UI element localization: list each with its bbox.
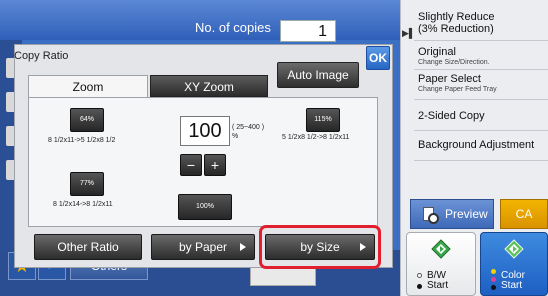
divider <box>414 160 548 161</box>
slightly-reduce-item[interactable]: Slightly Reduce (3% Reduction) <box>418 11 548 35</box>
two-sided-copy-item[interactable]: 2-Sided Copy <box>418 110 548 122</box>
item-label: Background Adjustment <box>418 139 535 151</box>
divider <box>414 69 548 70</box>
ratio-input[interactable]: 100 <box>180 116 230 146</box>
preset-100-button[interactable]: 100% <box>178 194 232 220</box>
ca-button[interactable]: CA <box>500 199 548 229</box>
copies-label: No. of copies <box>195 20 271 35</box>
color-dot-icon <box>491 277 496 282</box>
plus-button[interactable]: + <box>204 154 226 176</box>
divider <box>414 40 548 41</box>
color-start-label: Color Start <box>501 271 525 291</box>
ok-button[interactable]: OK <box>366 46 390 70</box>
item-label: Paper Select <box>418 73 481 85</box>
bw-start-button[interactable]: B/W Start <box>406 232 476 296</box>
color-start-button[interactable]: Color Start <box>480 232 548 296</box>
preview-icon <box>423 207 439 224</box>
range-text: ( 25~400 ) <box>232 124 265 131</box>
item-label: Original <box>418 46 456 58</box>
minus-button[interactable]: − <box>180 154 202 176</box>
preset-77-button[interactable]: 77% <box>70 172 104 196</box>
copies-field[interactable]: 1 <box>280 20 336 42</box>
divider <box>414 99 548 100</box>
color-dot-icon <box>491 269 496 274</box>
preset-115-button[interactable]: 115% <box>306 108 340 132</box>
tab-xy-zoom[interactable]: XY Zoom <box>150 75 268 97</box>
by-paper-button[interactable]: by Paper <box>151 234 255 260</box>
item-sub: Change Paper Feed Tray <box>418 86 497 93</box>
button-label: Other Ratio <box>57 240 119 254</box>
item-sub: (3% Reduction) <box>418 23 494 35</box>
item-label: Slightly Reduce <box>418 11 495 23</box>
item-sub: Change Size/Direction. <box>418 59 490 66</box>
divider <box>414 130 548 131</box>
preview-label: Preview <box>445 207 488 221</box>
preset-115-caption: 5 1/2x8 1/2->8 1/2x11 <box>282 134 350 141</box>
preset-64-caption: 8 1/2x11->5 1/2x8 1/2 <box>48 137 116 144</box>
auto-image-button[interactable]: Auto Image <box>277 62 359 88</box>
preset-64-button[interactable]: 64% <box>70 108 104 132</box>
play-arrow-icon: ▶▌ <box>402 28 416 38</box>
preset-77-caption: 8 1/2x14->8 1/2x11 <box>53 201 113 208</box>
ratio-range: ( 25~400 ) % <box>232 123 264 141</box>
other-ratio-button[interactable]: Other Ratio <box>34 234 142 260</box>
by-size-highlight <box>259 225 381 269</box>
color-dot-icon <box>491 285 496 290</box>
button-label: by Paper <box>178 240 228 254</box>
tab-zoom[interactable]: Zoom <box>28 75 148 97</box>
arrow-right-icon <box>240 243 246 251</box>
bw-dot-icon <box>417 284 422 289</box>
bw-dot-icon <box>417 273 422 278</box>
paper-select-item[interactable]: Paper Select Change Paper Feed Tray <box>418 73 548 94</box>
start-diamond-icon <box>431 239 451 259</box>
background-adjustment-item[interactable]: Background Adjustment <box>418 139 548 151</box>
preview-button[interactable]: Preview <box>410 199 494 229</box>
range-unit: % <box>232 133 239 140</box>
item-label: 2-Sided Copy <box>418 110 485 122</box>
original-item[interactable]: Original Change Size/Direction. <box>418 46 548 67</box>
bw-start-label: B/W Start <box>427 271 448 291</box>
dialog-title: Copy Ratio <box>14 50 69 62</box>
bw-label-line2: Start <box>427 280 449 291</box>
start-diamond-icon <box>504 239 524 259</box>
color-label-line2: Start <box>501 280 523 291</box>
